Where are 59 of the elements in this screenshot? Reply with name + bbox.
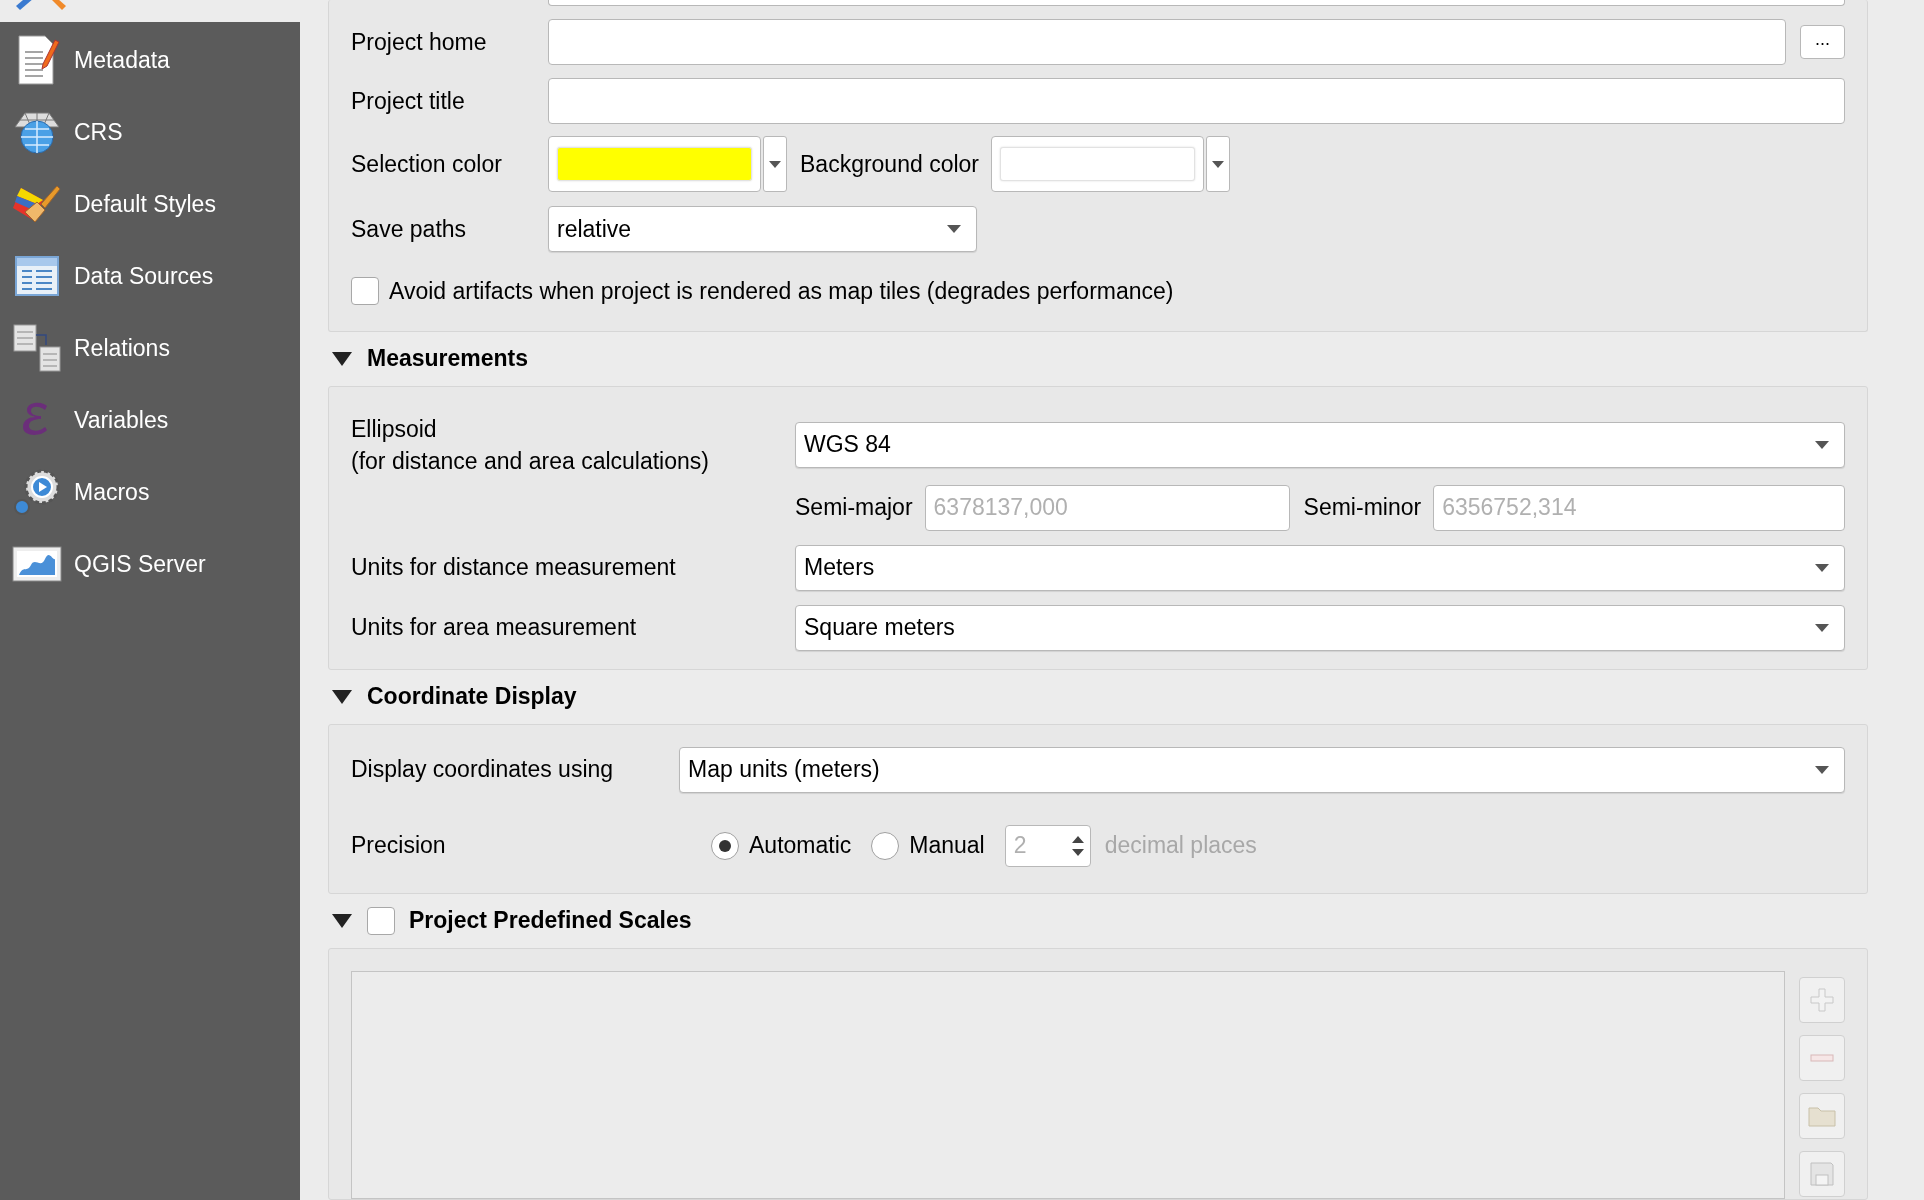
field-label: Ellipsoid (for distance and area calculations) (351, 414, 710, 476)
sidebar-item[interactable]: QGIS Server (0, 528, 300, 600)
checkbox[interactable] (351, 277, 379, 306)
dropdown-button[interactable] (763, 136, 787, 192)
dropdown[interactable]: relative (548, 206, 977, 252)
dropdown[interactable]: Map units (meters) (679, 746, 1845, 793)
sidebar-item[interactable]: Macros (0, 456, 300, 528)
caret-icon (946, 224, 962, 234)
field-label: Project home (351, 27, 488, 57)
radio-button[interactable] (871, 831, 900, 860)
caret-icon (1814, 764, 1830, 775)
dropdown-button[interactable] (1206, 136, 1230, 192)
sidebar-item[interactable]: Default Styles (0, 168, 300, 240)
dropdown[interactable]: WGS 84 (795, 421, 1845, 468)
gear-play-icon (12, 467, 62, 517)
radio-button[interactable] (711, 831, 739, 860)
field-label: Units for distance measurement (351, 553, 677, 583)
field-label: Display coordinates using (351, 755, 615, 785)
sidebar-item[interactable]: Metadata (0, 24, 300, 96)
sidebar-item[interactable]: Data Sources (0, 240, 300, 312)
text-field[interactable] (548, 78, 1845, 124)
minus-icon (1808, 1052, 1836, 1063)
field-label: Units for area measurement (351, 613, 638, 643)
sidebar-item[interactable]: CRS (0, 96, 300, 168)
field-label: Semi-minor (1303, 493, 1422, 523)
caret-icon (1814, 439, 1830, 450)
table-icon (14, 255, 60, 297)
field-label: Project title (351, 86, 466, 116)
dropdown[interactable]: Meters (795, 544, 1845, 591)
field-label: Background color (800, 149, 979, 179)
text-field[interactable] (548, 19, 1786, 65)
browse-button[interactable]: ... (1800, 25, 1845, 59)
caret-icon (1814, 622, 1830, 633)
collapse-arrow-icon[interactable] (331, 911, 353, 930)
field-label: Selection color (351, 149, 503, 179)
collapse-arrow-icon[interactable] (331, 687, 353, 706)
sidebar-item[interactable]: Variables (0, 384, 300, 456)
unit-label: decimal places (1104, 831, 1257, 861)
section-title: Project Predefined Scales (409, 906, 692, 936)
color-button[interactable] (548, 136, 761, 192)
field-label: Precision (351, 831, 447, 861)
field-label: Save paths (351, 214, 468, 244)
section-title: Measurements (367, 344, 529, 374)
linked-tables-icon (12, 323, 62, 373)
section-title: Coordinate Display (367, 682, 577, 712)
caret-icon (768, 159, 782, 169)
field-label: Manual (909, 831, 985, 861)
plus-icon (1808, 985, 1836, 1014)
color-button[interactable] (991, 136, 1204, 192)
caret-icon (1211, 159, 1225, 169)
field-label: Automatic (749, 831, 852, 861)
field-label: Semi-major (795, 493, 913, 523)
checkbox[interactable] (367, 906, 395, 935)
caret-icon (1814, 562, 1830, 573)
collapse-arrow-icon[interactable] (331, 349, 353, 368)
sidebar-item[interactable]: Relations (0, 312, 300, 384)
field-label: Avoid artifacts when project is rendered as map tiles (degrades performance) (389, 277, 1174, 306)
map-icon (11, 545, 63, 583)
dropdown[interactable]: Square meters (795, 604, 1845, 651)
